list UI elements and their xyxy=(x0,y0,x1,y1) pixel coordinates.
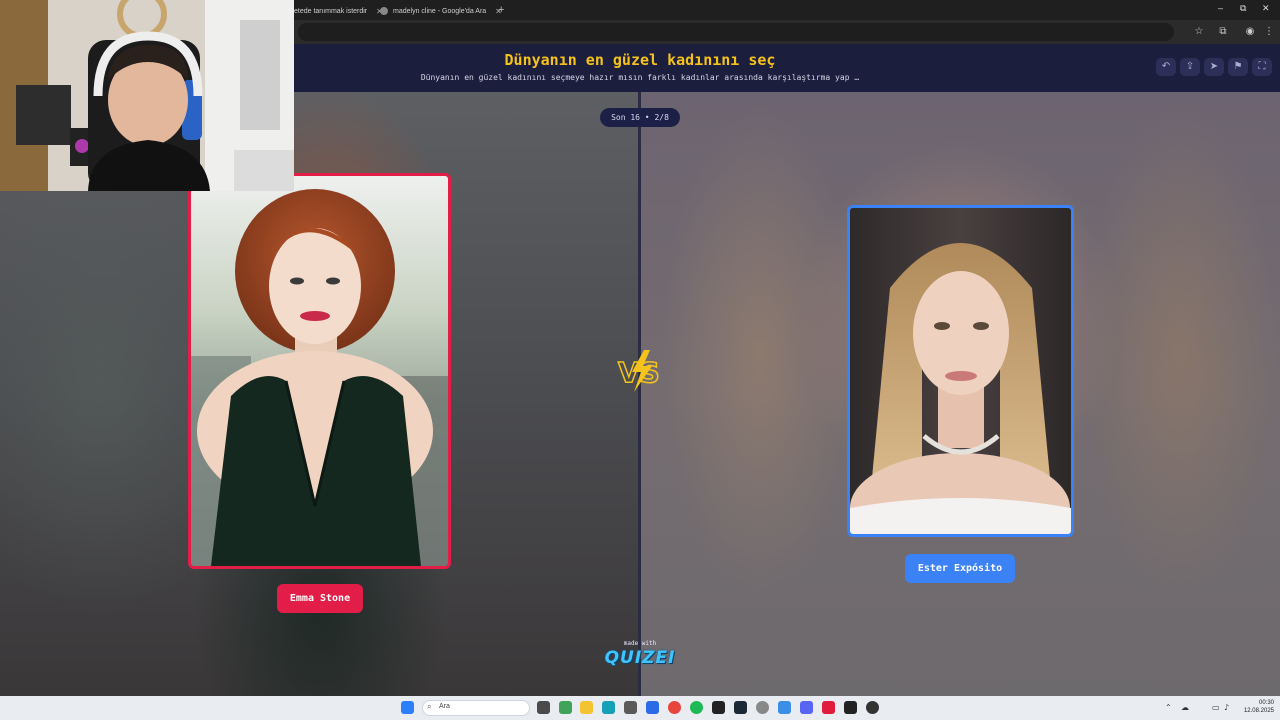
close-window-button[interactable]: ✕ xyxy=(1262,3,1270,14)
contestant-photo-right xyxy=(850,208,1071,534)
clock-date: 12.08.2025 xyxy=(1243,708,1274,714)
show-hidden-icons-icon[interactable]: ⌃ xyxy=(1165,703,1172,712)
app-icon[interactable] xyxy=(844,701,857,714)
send-icon[interactable]: ➤ xyxy=(1204,58,1224,76)
search-icon: ⌕ xyxy=(427,702,432,711)
browser-tab[interactable]: madelyn cline - Google'da Ara ✕ xyxy=(374,2,508,20)
steam-icon[interactable] xyxy=(734,701,747,714)
spotify-icon[interactable] xyxy=(690,701,703,714)
start-menu-icon[interactable] xyxy=(401,701,414,714)
app-icon[interactable] xyxy=(712,701,725,714)
widgets-icon[interactable] xyxy=(559,701,572,714)
tab-label: madelyn cline - Google'da Ara xyxy=(393,7,487,15)
cloud-icon[interactable]: ☁ xyxy=(1181,703,1189,712)
app-icon[interactable] xyxy=(646,701,659,714)
speaker-icon[interactable]: ♪ xyxy=(1224,703,1229,712)
tab-label: etede tanımmak isterdir xyxy=(294,7,368,15)
app-icon[interactable] xyxy=(866,701,879,714)
choose-right-button[interactable]: Ester Expósito xyxy=(905,554,1015,583)
clock-time: 00:30 xyxy=(1258,700,1274,706)
versus-lightning-icon: VS xyxy=(617,350,661,392)
taskbar-clock[interactable]: 00:30 12.08.2025 xyxy=(1238,699,1274,715)
address-bar[interactable] xyxy=(298,23,1174,41)
file-explorer-icon[interactable] xyxy=(580,701,593,714)
taskbar-search-placeholder: Ara xyxy=(439,703,450,710)
contestant-photo-left xyxy=(191,176,448,566)
app-icon[interactable] xyxy=(756,701,769,714)
profile-icon[interactable]: ◉ xyxy=(1243,25,1257,39)
google-icon xyxy=(380,7,388,15)
minimize-button[interactable]: – xyxy=(1218,3,1223,13)
browser-menu-icon[interactable]: ⋮ xyxy=(1262,25,1276,39)
center-divider xyxy=(638,92,641,696)
webcam-overlay xyxy=(0,0,294,191)
chrome-icon[interactable] xyxy=(668,701,681,714)
webcam-feed xyxy=(0,0,294,191)
share-icon[interactable]: ⇪ xyxy=(1180,58,1200,76)
new-tab-button[interactable]: + xyxy=(498,4,504,16)
app-icon[interactable] xyxy=(822,701,835,714)
round-counter-badge: Son 16 • 2/8 xyxy=(600,108,680,127)
bookmark-star-icon[interactable]: ☆ xyxy=(1192,25,1206,39)
flag-icon[interactable]: ⚑ xyxy=(1228,58,1248,76)
maximize-button[interactable]: ⧉ xyxy=(1240,3,1246,14)
undo-icon[interactable]: ↶ xyxy=(1156,58,1176,76)
monitor-icon[interactable]: ▭ xyxy=(1212,703,1220,712)
task-view-icon[interactable] xyxy=(537,701,550,714)
store-icon[interactable] xyxy=(624,701,637,714)
choose-left-button[interactable]: Emma Stone xyxy=(277,584,363,613)
os-taskbar xyxy=(0,696,1280,720)
quizei-logo[interactable]: QUIZEI xyxy=(600,648,680,668)
contestant-card-right[interactable] xyxy=(847,205,1074,537)
discord-icon[interactable] xyxy=(800,701,813,714)
extensions-icon[interactable]: ⧉ xyxy=(1216,25,1230,39)
fullscreen-icon[interactable]: ⛶ xyxy=(1252,58,1272,76)
edge-icon[interactable] xyxy=(602,701,615,714)
contestant-card-left[interactable] xyxy=(188,173,451,569)
app-icon[interactable] xyxy=(778,701,791,714)
made-with-label: made with xyxy=(623,640,657,647)
